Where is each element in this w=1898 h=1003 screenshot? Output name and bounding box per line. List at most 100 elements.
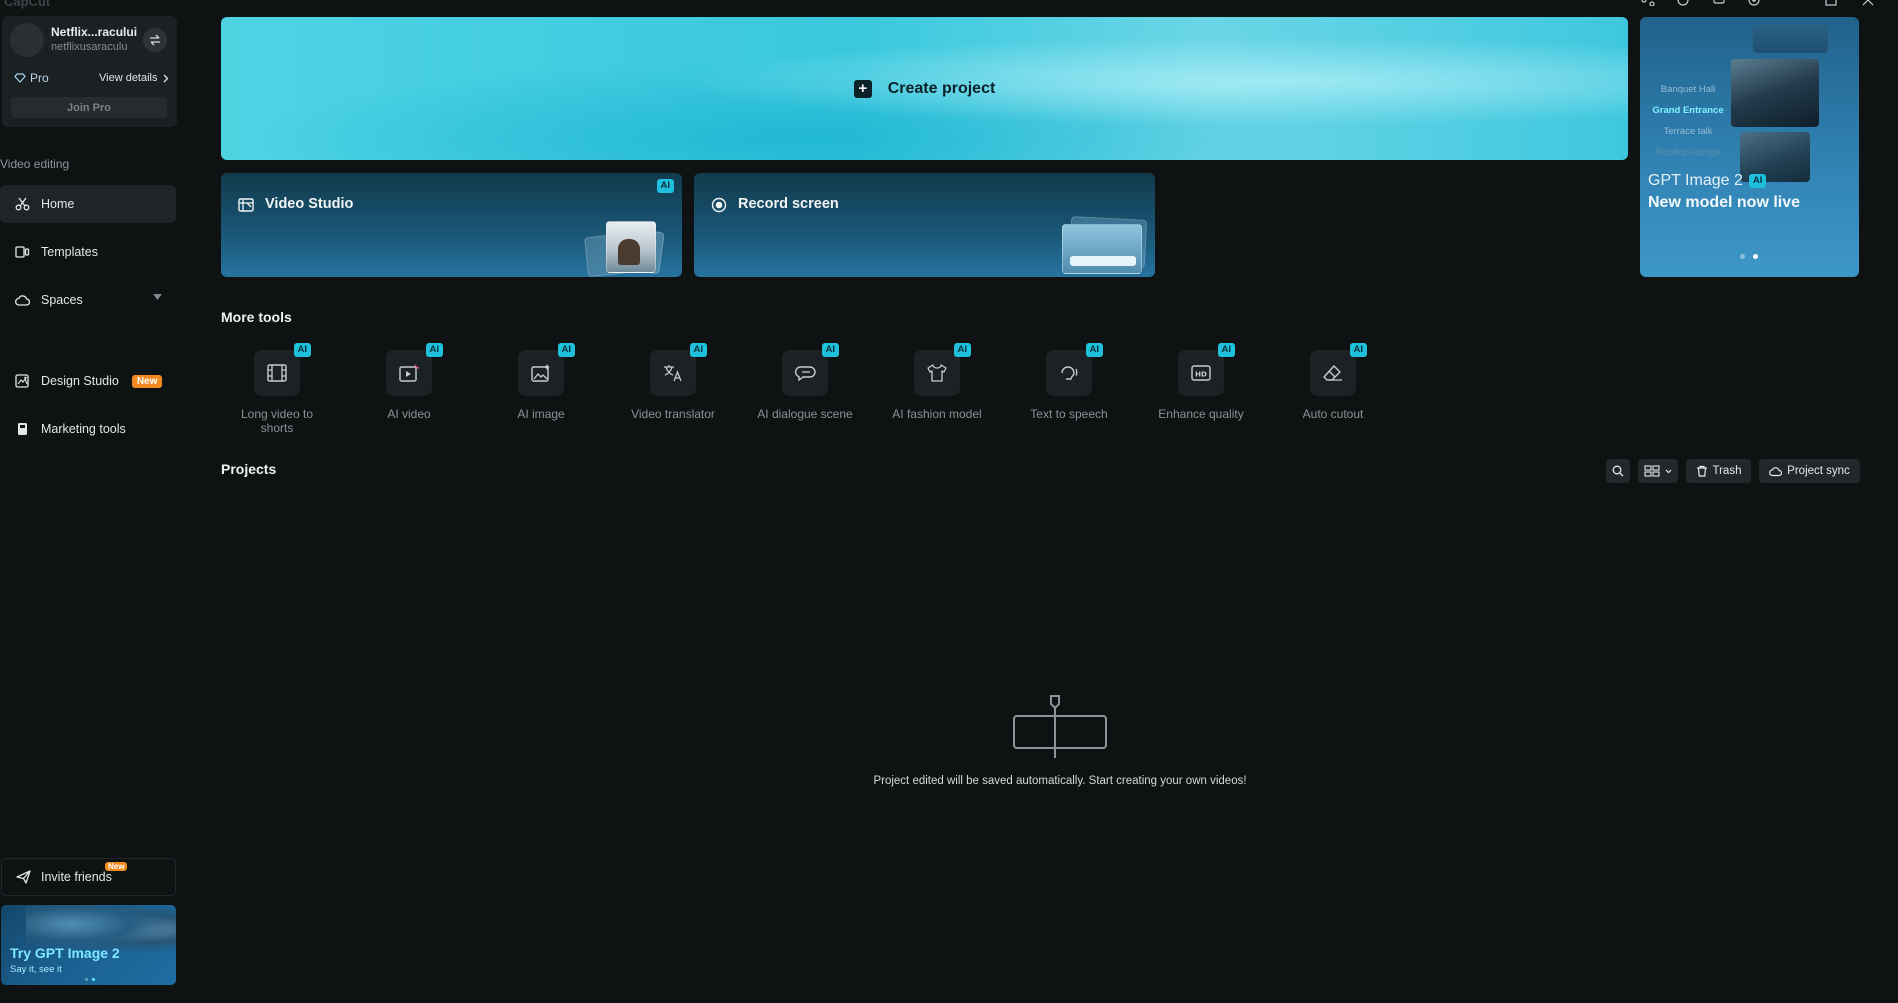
- search-button[interactable]: [1606, 459, 1630, 483]
- share-icon[interactable]: [1641, 0, 1655, 6]
- shirt-icon: [927, 364, 947, 382]
- tool-ai-dialogue-scene[interactable]: AI AI dialogue scene: [739, 343, 871, 421]
- hero-menu: Banquet Hall Grand Entrance Terrace talk…: [1648, 79, 1728, 163]
- sidebar-item-label: Templates: [41, 245, 98, 259]
- pagination-dot[interactable]: [85, 978, 88, 981]
- grid-view-icon: [1644, 465, 1660, 477]
- hero-menu-item: Banquet Hall: [1660, 84, 1716, 95]
- tool-label: Long video to shorts: [240, 407, 314, 435]
- tool-long-video-to-shorts[interactable]: AI Long video to shorts: [211, 343, 343, 435]
- plan-label: Pro: [30, 71, 49, 85]
- tool-ai-fashion-model[interactable]: AI AI fashion model: [871, 343, 1003, 421]
- hd-icon: HD: [1191, 364, 1211, 382]
- tool-video-translator[interactable]: AI Video translator: [607, 343, 739, 421]
- tool-tile[interactable]: AI: [386, 343, 443, 396]
- translate-icon: [663, 364, 683, 382]
- tool-tile[interactable]: AI: [254, 343, 311, 396]
- avatar[interactable]: [10, 23, 44, 57]
- plus-icon: +: [853, 79, 872, 98]
- tool-label: Auto cutout: [1302, 407, 1364, 421]
- sidebar-item-label: Design Studio: [41, 374, 119, 388]
- tool-auto-cutout[interactable]: AI Auto cutout: [1267, 343, 1399, 421]
- hero-carousel[interactable]: Banquet Hall Grand Entrance Terrace talk…: [1640, 17, 1859, 277]
- sidebar-item-design-studio[interactable]: Design Studio New: [0, 362, 176, 400]
- help-icon[interactable]: [1676, 0, 1690, 6]
- view-details-label: View details: [99, 72, 158, 84]
- project-sync-button[interactable]: Project sync: [1759, 459, 1860, 483]
- cloud-icon: [15, 294, 30, 307]
- tool-text-to-speech[interactable]: AI Text to speech: [1003, 343, 1135, 421]
- tool-tile[interactable]: AI: [518, 343, 575, 396]
- settings-icon[interactable]: [1747, 0, 1761, 6]
- view-mode-dropdown[interactable]: [1638, 459, 1678, 483]
- tool-tile[interactable]: HD AI: [1178, 343, 1235, 396]
- invite-friends-label: Invite friends: [41, 870, 112, 884]
- video-studio-card[interactable]: Video Studio AI: [221, 173, 682, 277]
- tool-tile[interactable]: AI: [782, 343, 839, 396]
- ai-badge: AI: [689, 343, 707, 357]
- speech-icon: [1059, 364, 1079, 382]
- hero-subtitle: New model now live: [1648, 194, 1801, 211]
- empty-projects-message: Project edited will be saved automatical…: [873, 775, 1247, 787]
- new-badge: New: [105, 862, 128, 871]
- switch-account-button[interactable]: [143, 28, 167, 52]
- join-pro-button[interactable]: Join Pro: [11, 97, 167, 118]
- hero-image: [1731, 59, 1819, 127]
- chevron-down-icon[interactable]: [153, 294, 162, 300]
- tool-label: AI fashion model: [892, 407, 982, 421]
- ai-badge: AI: [557, 343, 575, 357]
- swap-icon: [149, 34, 161, 46]
- tool-tile[interactable]: AI: [914, 343, 971, 396]
- hero-title-text: GPT Image 2: [1648, 172, 1743, 189]
- new-badge: New: [131, 374, 163, 388]
- projects-heading: Projects: [221, 461, 277, 477]
- ai-video-icon: [399, 364, 419, 382]
- search-icon: [1612, 465, 1624, 477]
- promo-banner[interactable]: Try GPT Image 2 Say it, see it: [1, 905, 176, 985]
- pagination-dot[interactable]: [92, 978, 95, 981]
- create-project-button[interactable]: + Create project: [221, 17, 1628, 160]
- hero-image: [1753, 25, 1828, 53]
- tool-label: AI video: [387, 407, 431, 421]
- sidebar-item-templates[interactable]: Templates: [0, 233, 176, 271]
- tool-tile[interactable]: AI: [650, 343, 707, 396]
- chevron-down-icon: [1665, 469, 1672, 474]
- empty-projects-illustration: [1012, 694, 1108, 760]
- ai-badge: AI: [1085, 343, 1103, 357]
- svg-text:HD: HD: [1195, 371, 1207, 379]
- trash-icon: [1696, 465, 1708, 477]
- sidebar-item-marketing-tools[interactable]: Marketing tools: [0, 410, 176, 448]
- pagination-dot[interactable]: [1740, 254, 1745, 259]
- design-icon: [15, 374, 30, 388]
- tool-tile[interactable]: AI: [1310, 343, 1367, 396]
- ai-badge: AI: [1748, 174, 1767, 188]
- view-details-link[interactable]: View details: [99, 72, 169, 84]
- ai-badge: AI: [821, 343, 839, 357]
- tool-ai-image[interactable]: AI AI image: [475, 343, 607, 421]
- sidebar-item-spaces[interactable]: Spaces: [0, 281, 176, 319]
- record-screen-card[interactable]: Record screen: [694, 173, 1155, 277]
- eraser-icon: [1323, 364, 1343, 382]
- close-icon[interactable]: [1861, 0, 1875, 6]
- templates-icon: [15, 245, 30, 259]
- sidebar-item-home[interactable]: Home: [0, 185, 176, 223]
- tool-label: Enhance quality: [1158, 407, 1244, 421]
- pagination-dot[interactable]: [1753, 254, 1758, 259]
- plan-row: Pro: [14, 71, 49, 85]
- feedback-icon[interactable]: [1712, 0, 1726, 6]
- maximize-icon[interactable]: [1824, 0, 1838, 6]
- ai-badge: AI: [425, 343, 443, 357]
- hero-menu-item: Terrace talk: [1663, 126, 1713, 137]
- sidebar: CapCut Netflix...racului netflixusaracul…: [0, 0, 178, 1003]
- app-brand: CapCut: [4, 0, 51, 9]
- invite-friends-button[interactable]: Invite friends New: [1, 858, 176, 896]
- account-name: Netflix...racului: [51, 25, 138, 39]
- tool-enhance-quality[interactable]: HD AI Enhance quality: [1135, 343, 1267, 421]
- sidebar-item-label: Marketing tools: [41, 422, 126, 436]
- tool-ai-video[interactable]: AI AI video: [343, 343, 475, 421]
- video-studio-label: Video Studio: [265, 196, 354, 212]
- account-card: Netflix...racului netflixusaraculu Pro V…: [2, 16, 177, 127]
- hero-pagination: [1740, 254, 1758, 259]
- tool-tile[interactable]: AI: [1046, 343, 1103, 396]
- trash-button[interactable]: Trash: [1686, 459, 1751, 483]
